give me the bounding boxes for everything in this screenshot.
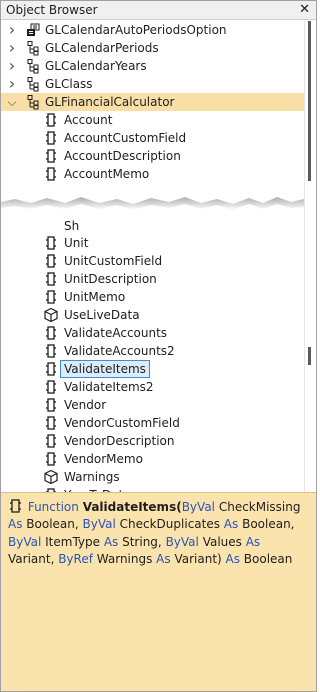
member-vendordescription[interactable]: VendorDescription (1, 432, 304, 450)
member-vendormemo[interactable]: VendorMemo (1, 450, 304, 468)
tree-item-label: UnitCustomField (64, 254, 163, 268)
property-icon (43, 343, 59, 359)
scrollbar-track-marker (308, 21, 311, 181)
class-icon (25, 76, 41, 92)
keyword-function: Function (27, 500, 79, 514)
vertical-scrollbar[interactable] (304, 21, 316, 492)
property-icon (43, 397, 59, 413)
property-icon (43, 325, 59, 341)
tree-item-label: VendorDescription (64, 434, 175, 448)
property-icon (43, 166, 59, 182)
tree-item-label: AccountMemo (64, 167, 150, 181)
tree-item-label: Account (64, 113, 113, 127)
title-bar: Object Browser ✕ (1, 1, 316, 20)
member-unitdescription[interactable]: UnitDescription (1, 270, 304, 288)
class-icon (25, 58, 41, 74)
tree-item-label: UseLiveData (64, 308, 140, 322)
property-icon (8, 499, 24, 513)
object-browser-window: Object Browser ✕ › GLCalendarAutoPeriodsO… (0, 0, 317, 692)
tree-item-label: GLCalendarYears (45, 59, 147, 73)
member-account[interactable]: Account (1, 111, 304, 129)
property-icon (43, 130, 59, 146)
member-name: ValidateItems (82, 500, 177, 514)
tree-item-label: UnitMemo (64, 290, 126, 304)
tree-item-label: Sh (64, 219, 80, 233)
tree-item-label: AccountDescription (64, 149, 181, 163)
member-warnings[interactable]: Warnings (1, 468, 304, 486)
chevron-down-icon[interactable]: ⌵ (6, 94, 18, 110)
member-validateitems[interactable]: ValidateItems (1, 360, 304, 378)
class-icon (25, 40, 41, 56)
property-icon (43, 289, 59, 305)
tree-item-label: ValidateItems2 (64, 380, 154, 394)
member-validateitems2[interactable]: ValidateItems2 (1, 378, 304, 396)
property-icon (43, 451, 59, 467)
tree-item-label: ValidateItems (60, 360, 150, 378)
member-validateaccounts[interactable]: ValidateAccounts (1, 324, 304, 342)
member-accountcustomfield[interactable]: AccountCustomField (1, 129, 304, 147)
member-unitcustomfield[interactable]: UnitCustomField (1, 252, 304, 270)
tree-item-label: GLFinancialCalculator (45, 95, 175, 109)
tree-item-glcalendarperiods[interactable]: › GLCalendarPeriods (1, 39, 304, 57)
property-icon (43, 415, 59, 431)
member-vendorcustomfield[interactable]: VendorCustomField (1, 414, 304, 432)
tree-item-label: UnitDescription (64, 272, 157, 286)
property-icon (43, 433, 59, 449)
tree-item-glclass[interactable]: › GLClass (1, 75, 304, 93)
property-icon (43, 379, 59, 395)
member-accountdescription[interactable]: AccountDescription (1, 147, 304, 165)
chevron-right-icon[interactable]: › (6, 22, 18, 38)
tree-item-label: Warnings (64, 470, 120, 484)
property-icon (43, 235, 59, 251)
tree-item-label: GLCalendarPeriods (45, 41, 159, 55)
member-description-pane: Function ValidateItems(ByVal CheckMissin… (1, 492, 316, 691)
tree-item-label: VendorMemo (64, 452, 143, 466)
cube-icon (43, 307, 59, 323)
window-title: Object Browser (6, 3, 98, 17)
tree-item-glfinancialcalculator[interactable]: ⌵ GLFinancialCalculator (1, 93, 304, 111)
property-icon (43, 148, 59, 164)
enum-icon (25, 22, 41, 38)
object-tree[interactable]: › GLCalendarAutoPeriodsOption › GLCalendarP… (1, 21, 304, 492)
close-icon[interactable]: ✕ (299, 2, 310, 17)
chevron-right-icon[interactable]: › (6, 40, 18, 56)
tree-item-label: Unit (64, 236, 89, 250)
member-unitmemo[interactable]: UnitMemo (1, 288, 304, 306)
tree-item-glcalendaryears[interactable]: › GLCalendarYears (1, 57, 304, 75)
cube-icon (43, 469, 59, 485)
member-unit[interactable]: Unit (1, 234, 304, 252)
member-uselivedata[interactable]: UseLiveData (1, 306, 304, 324)
tree-item-label: AccountCustomField (64, 131, 187, 145)
scrollbar-thumb[interactable] (308, 347, 311, 365)
property-icon (43, 361, 59, 377)
tree-item-label: GLClass (45, 77, 93, 91)
tree-item-label: GLCalendarAutoPeriodsOption (45, 23, 227, 37)
class-icon (25, 94, 41, 110)
chevron-right-icon[interactable]: › (6, 76, 18, 92)
tree-item-label: ValidateAccounts (64, 326, 168, 340)
tree-item-glcalendarautoperiodsoption[interactable]: › GLCalendarAutoPeriodsOption (1, 21, 304, 39)
property-icon (43, 271, 59, 287)
member-accountmemo[interactable]: AccountMemo (1, 165, 304, 183)
property-icon (43, 253, 59, 269)
tree-item-label: VendorCustomField (64, 416, 180, 430)
tree-item-label: ValidateAccounts2 (64, 344, 175, 358)
property-icon (43, 112, 59, 128)
member-vendor[interactable]: Vendor (1, 396, 304, 414)
tree-item-label: Vendor (64, 398, 107, 412)
member-validateaccounts2[interactable]: ValidateAccounts2 (1, 342, 304, 360)
chevron-right-icon[interactable]: › (6, 58, 18, 74)
